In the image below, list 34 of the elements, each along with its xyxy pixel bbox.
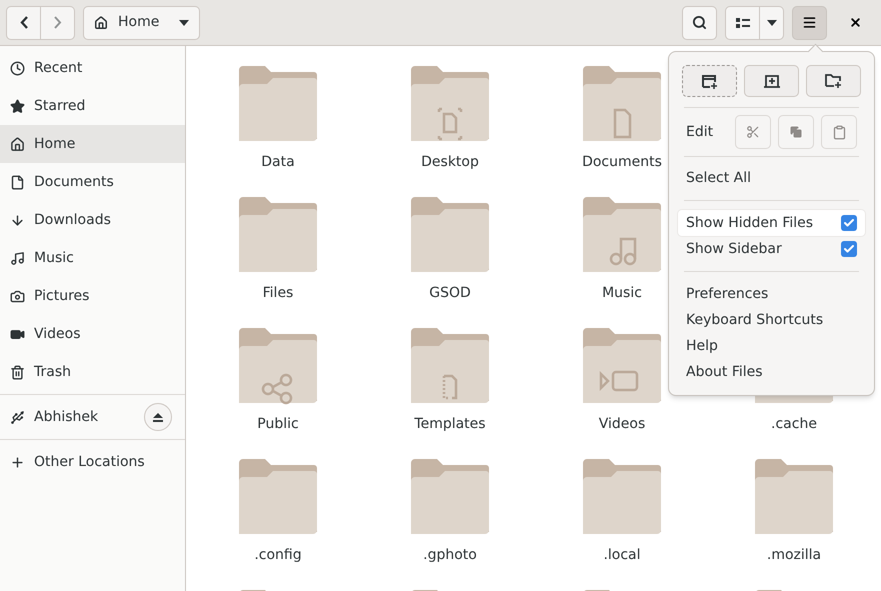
file-name[interactable]: GSOD — [429, 283, 471, 304]
file-name[interactable]: .config — [254, 545, 302, 566]
sidebar-item[interactable]: Downloads — [0, 201, 185, 239]
sidebar-item[interactable]: Pictures — [0, 277, 185, 315]
menu-item[interactable]: Show Hidden Files — [678, 210, 865, 236]
file-name[interactable]: .mozilla — [766, 545, 822, 566]
sidebar-item[interactable]: Home — [0, 125, 185, 163]
sidebar-item[interactable]: Music — [0, 239, 185, 277]
menu-item[interactable]: Select All — [678, 165, 865, 191]
menu-item[interactable]: About Files — [678, 359, 865, 385]
file-name[interactable]: Templates — [414, 414, 486, 435]
sidebar-item[interactable]: Starred — [0, 87, 185, 125]
sidebar-item[interactable]: Abhishek — [0, 398, 144, 436]
file-name[interactable]: Documents — [582, 152, 662, 173]
menu-item[interactable]: Help — [678, 333, 865, 359]
file-name[interactable]: Music — [602, 283, 642, 304]
edit-label: Edit — [686, 122, 714, 142]
menu-item[interactable]: Preferences — [678, 281, 865, 307]
sidebar-item[interactable]: Recent — [0, 49, 185, 87]
file-name[interactable]: Desktop — [421, 152, 479, 173]
file-name[interactable]: Videos — [598, 414, 646, 435]
sidebar-item[interactable]: Videos — [0, 315, 185, 353]
file-name[interactable]: .local — [603, 545, 641, 566]
sidebar-item[interactable]: Trash — [0, 353, 185, 391]
menu-item[interactable]: Keyboard Shortcuts — [678, 307, 865, 333]
location-button[interactable]: Home — [83, 6, 200, 40]
sidebar-item[interactable]: Other Locations — [0, 443, 185, 481]
file-name[interactable]: Files — [262, 283, 294, 304]
sidebar-item[interactable]: Documents — [0, 163, 185, 201]
file-name[interactable]: .cache — [771, 414, 817, 435]
menu-item[interactable]: Show Sidebar — [678, 236, 865, 262]
file-name[interactable]: Public — [257, 414, 299, 435]
file-name[interactable]: Data — [261, 152, 295, 173]
file-name[interactable]: .gphoto — [423, 545, 477, 566]
